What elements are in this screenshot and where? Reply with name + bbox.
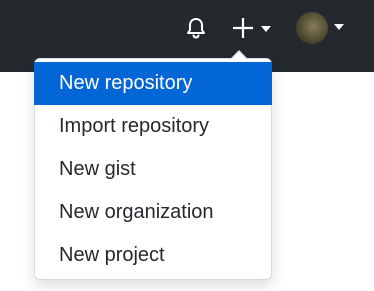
- menu-item-new-gist[interactable]: New gist: [35, 148, 271, 191]
- caret-down-icon: [334, 24, 344, 30]
- dropdown-item-list: New repository Import repository New gis…: [34, 62, 272, 277]
- user-menu-button[interactable]: [296, 12, 348, 44]
- dropdown-pointer-fill: [231, 52, 247, 60]
- avatar: [296, 12, 328, 44]
- caret-down-icon: [261, 26, 271, 32]
- create-new-button[interactable]: [230, 14, 274, 42]
- menu-item-new-project[interactable]: New project: [35, 234, 271, 277]
- menu-item-new-organization[interactable]: New organization: [35, 191, 271, 234]
- bell-icon[interactable]: [184, 16, 208, 40]
- menu-item-import-repository[interactable]: Import repository: [35, 105, 271, 148]
- menu-item-new-repository[interactable]: New repository: [34, 62, 272, 105]
- create-dropdown-menu: New repository Import repository New gis…: [34, 58, 272, 280]
